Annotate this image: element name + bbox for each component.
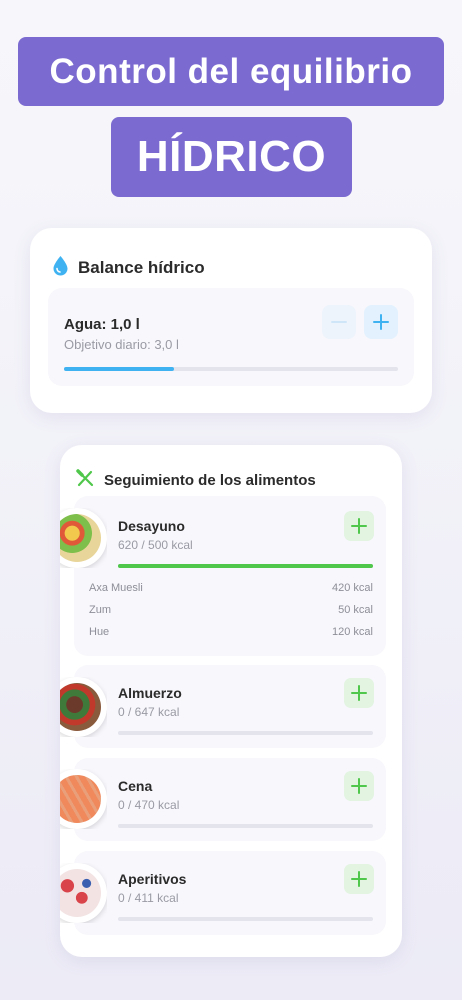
food-item-kcal: 50 kcal (338, 604, 373, 616)
increase-water-button[interactable] (364, 305, 398, 339)
minus-icon (331, 321, 347, 323)
food-item-name: Hue (89, 626, 110, 638)
meal-progress-bar (118, 917, 373, 921)
meal-name: Almuerzo (118, 685, 182, 701)
food-card-title: Seguimiento de los alimentos (104, 472, 316, 489)
headline-line-1: Control del equilibrio (18, 37, 444, 106)
meal-dinner[interactable]: Cena 0 / 470 kcal (60, 758, 386, 841)
meal-kcal: 0 / 411 kcal (118, 891, 179, 905)
dinner-plate-image (60, 769, 107, 829)
water-daily-goal: Objetivo diario: 3,0 l (64, 337, 179, 352)
water-progress-bar (64, 367, 398, 371)
breakfast-plate-image (60, 508, 107, 568)
water-balance-card: Balance hídrico Agua: 1,0 l Objetivo dia… (30, 228, 432, 413)
water-amount: Agua: 1,0 l (64, 316, 140, 333)
fork-knife-icon (76, 469, 95, 492)
food-item-name: Zum (89, 604, 111, 616)
water-card-header: Balance hídrico (52, 255, 205, 281)
water-drop-icon (52, 255, 69, 281)
meal-lunch[interactable]: Almuerzo 0 / 647 kcal (60, 665, 386, 748)
meal-name: Cena (118, 778, 153, 794)
food-item-row[interactable]: Zum 50 kcal (89, 604, 373, 616)
snacks-plate-image (60, 863, 107, 923)
decrease-water-button[interactable] (322, 305, 356, 339)
food-item-kcal: 120 kcal (332, 626, 373, 638)
food-item-row[interactable]: Hue 120 kcal (89, 626, 373, 638)
add-lunch-button[interactable] (344, 678, 374, 708)
headline-line-2: HÍDRICO (111, 117, 352, 197)
plus-icon (373, 314, 389, 330)
meal-snacks[interactable]: Aperitivos 0 / 411 kcal (60, 851, 386, 935)
plus-icon (351, 778, 367, 794)
food-tracking-card: Seguimiento de los alimentos Desayuno 62… (60, 445, 402, 957)
meal-breakfast[interactable]: Desayuno 620 / 500 kcal Axa Muesli 420 k… (60, 496, 386, 656)
plus-icon (351, 518, 367, 534)
water-intake-panel: Agua: 1,0 l Objetivo diario: 3,0 l (48, 288, 414, 386)
food-item-row[interactable]: Axa Muesli 420 kcal (89, 582, 373, 594)
add-dinner-button[interactable] (344, 771, 374, 801)
plus-icon (351, 871, 367, 887)
add-snacks-button[interactable] (344, 864, 374, 894)
meal-kcal: 0 / 470 kcal (118, 798, 180, 812)
lunch-plate-image (60, 677, 107, 737)
meal-progress-bar (118, 824, 373, 828)
food-card-header: Seguimiento de los alimentos (76, 469, 316, 492)
meal-progress-bar (118, 564, 373, 568)
meal-progress-fill (118, 564, 373, 568)
water-card-title: Balance hídrico (78, 258, 205, 277)
meal-kcal: 0 / 647 kcal (118, 705, 180, 719)
meal-name: Desayuno (118, 518, 185, 534)
plus-icon (351, 685, 367, 701)
food-item-kcal: 420 kcal (332, 582, 373, 594)
meal-name: Aperitivos (118, 871, 187, 887)
water-progress-fill (64, 367, 175, 371)
meal-progress-bar (118, 731, 373, 735)
food-item-name: Axa Muesli (89, 582, 143, 594)
meal-kcal: 620 / 500 kcal (118, 538, 193, 552)
add-breakfast-button[interactable] (344, 511, 374, 541)
